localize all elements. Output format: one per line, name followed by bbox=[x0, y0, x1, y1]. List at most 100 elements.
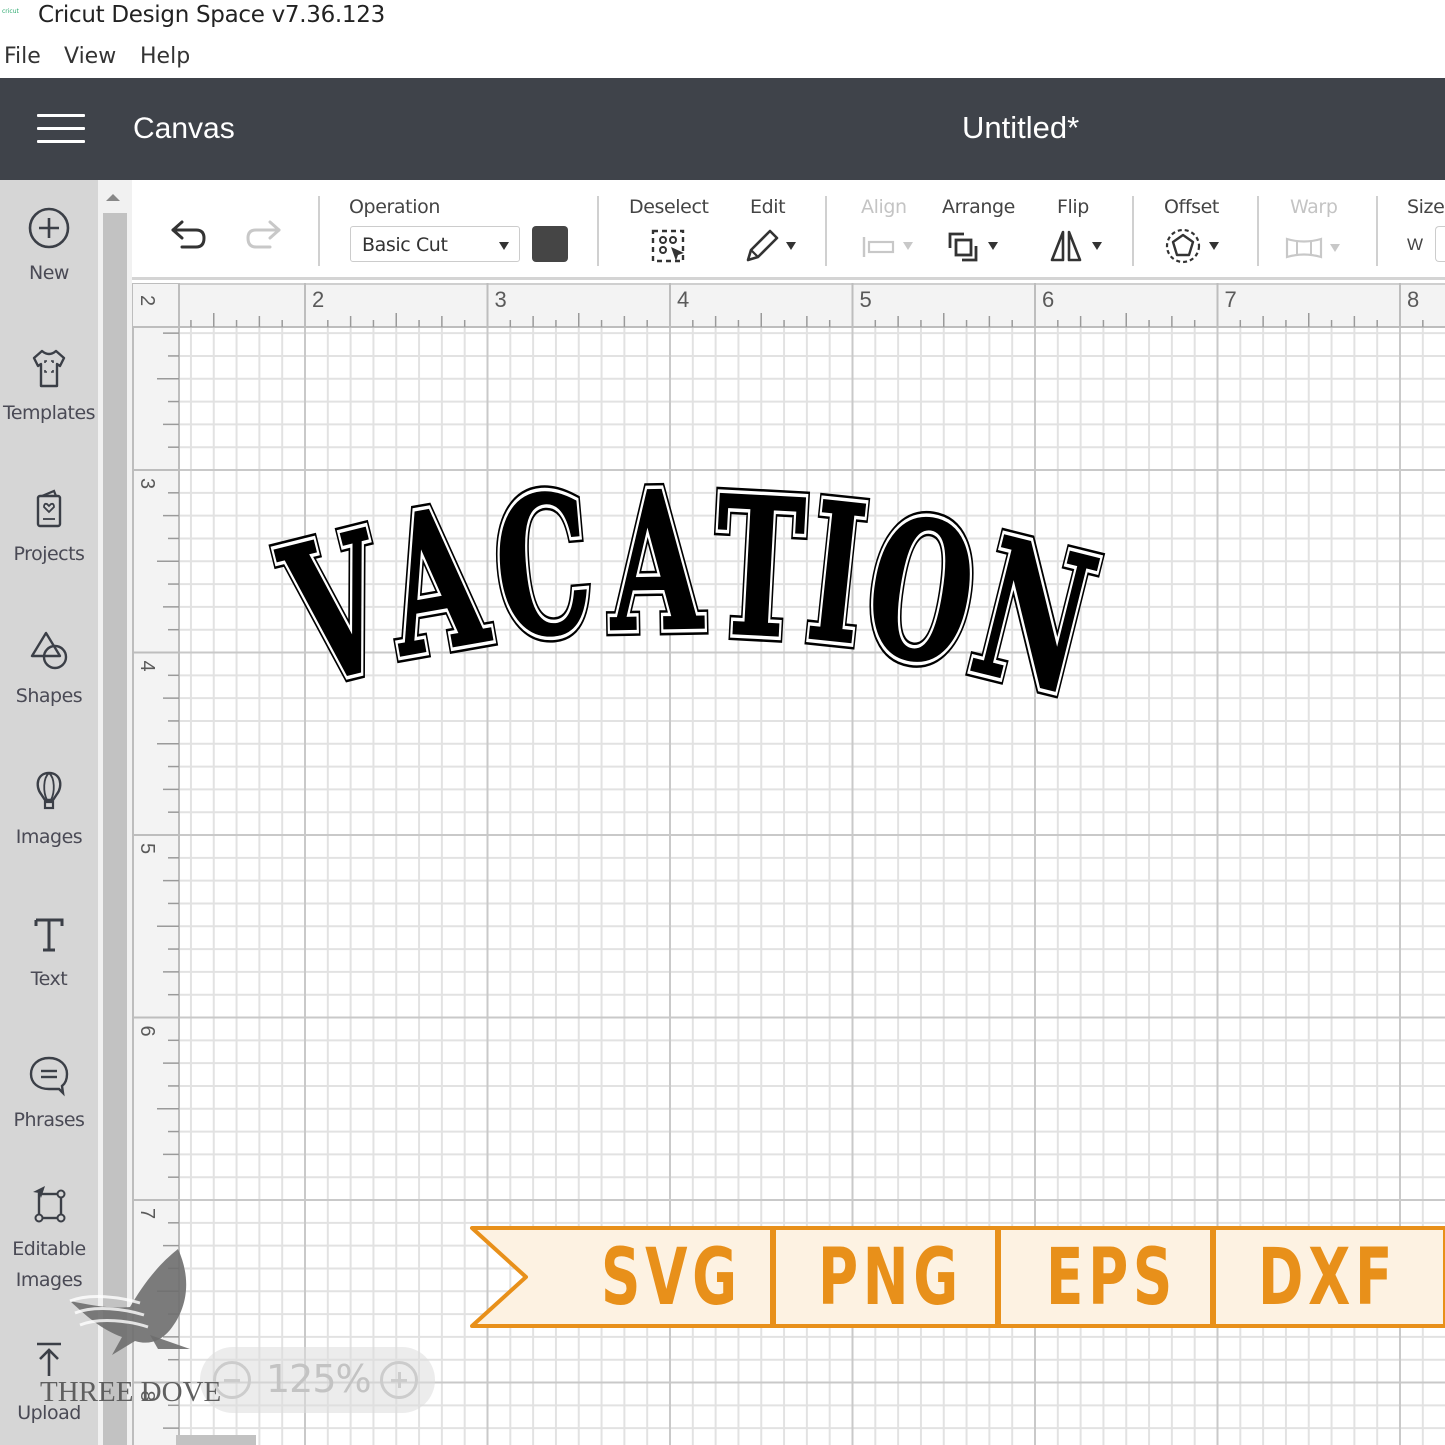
redo-icon[interactable] bbox=[244, 218, 284, 252]
operation-select[interactable]: Basic Cut bbox=[350, 226, 520, 262]
align-icon[interactable] bbox=[862, 235, 896, 259]
sidebar-label: Images bbox=[15, 826, 83, 848]
document-title[interactable]: Untitled* bbox=[962, 110, 1079, 146]
ruler-label-y: 8 bbox=[136, 1391, 158, 1402]
sidebar-label: New bbox=[29, 262, 69, 284]
scroll-up-arrow-icon[interactable] bbox=[106, 194, 120, 201]
plus-circle-icon bbox=[28, 207, 70, 249]
sidebar-label: Shapes bbox=[15, 685, 83, 707]
sidebar-item-new[interactable]: New bbox=[0, 206, 98, 289]
sidebar-item-shapes[interactable]: Shapes bbox=[0, 629, 98, 712]
deselect-icon[interactable] bbox=[650, 228, 688, 264]
operation-label: Operation bbox=[349, 196, 440, 218]
warp-icon[interactable] bbox=[1284, 235, 1324, 261]
ruler-label-y: 5 bbox=[136, 843, 158, 854]
hamburger-menu-icon[interactable] bbox=[37, 114, 87, 144]
section-title: Canvas bbox=[133, 112, 235, 145]
color-swatch[interactable] bbox=[532, 226, 568, 262]
sidebar-item-images[interactable]: Images bbox=[0, 770, 98, 853]
edit-toolbar: Operation Basic Cut Deselect Edit Align … bbox=[132, 180, 1445, 280]
sidebar-item-templates[interactable]: Templates bbox=[0, 346, 98, 429]
flip-label: Flip bbox=[1057, 196, 1089, 218]
zoom-level: 125% bbox=[266, 1357, 372, 1401]
arrange-label: Arrange bbox=[942, 196, 1015, 218]
ruler-label-y: 3 bbox=[136, 478, 158, 489]
zoom-in-icon[interactable] bbox=[380, 1361, 418, 1399]
ruler-label-x: 7 bbox=[1225, 287, 1237, 312]
vertical-scrollbar[interactable] bbox=[98, 180, 132, 1445]
edit-dropdown-caret-icon[interactable] bbox=[786, 242, 796, 250]
sidebar-item-projects[interactable]: Projects bbox=[0, 487, 98, 570]
ruler-corner-label: 2 bbox=[136, 295, 158, 306]
warp-dropdown-caret-icon[interactable] bbox=[1330, 244, 1340, 252]
sidebar-item-text[interactable]: Text bbox=[0, 912, 98, 995]
menu-bar: File View Help bbox=[0, 38, 1445, 76]
sidebar-label: Projects bbox=[13, 543, 85, 565]
app-title: Cricut Design Space v7.36.123 bbox=[38, 2, 385, 28]
design-letter[interactable]: C bbox=[486, 452, 600, 683]
menu-file[interactable]: File bbox=[4, 44, 41, 69]
left-sidebar: New Templates Projects Shapes Images Tex… bbox=[0, 180, 98, 1445]
horizontal-ruler bbox=[132, 283, 1445, 327]
cricut-logo-icon: cricut bbox=[2, 8, 19, 15]
window-title-bar: cricut Cricut Design Space v7.36.123 bbox=[0, 0, 1445, 34]
sidebar-item-upload[interactable]: Upload bbox=[0, 1340, 98, 1429]
horizontal-scrollbar-thumb[interactable] bbox=[176, 1435, 256, 1445]
align-dropdown-caret-icon[interactable] bbox=[903, 242, 913, 250]
arrange-icon[interactable] bbox=[946, 230, 980, 264]
vertical-ruler bbox=[132, 327, 179, 1445]
sidebar-label-line2: Images bbox=[15, 1269, 83, 1291]
app-header: Canvas Untitled* bbox=[0, 78, 1445, 180]
size-width-label: W bbox=[1407, 235, 1424, 254]
zoom-out-icon[interactable] bbox=[213, 1361, 251, 1399]
ruler-label-x: 3 bbox=[495, 287, 507, 312]
offset-dropdown-caret-icon[interactable] bbox=[1209, 242, 1219, 250]
pencil-icon[interactable] bbox=[742, 226, 782, 264]
arrange-dropdown-caret-icon[interactable] bbox=[988, 242, 998, 250]
undo-icon[interactable] bbox=[168, 218, 208, 252]
tshirt-icon bbox=[32, 349, 66, 388]
ruler-label-y: 6 bbox=[136, 1026, 158, 1037]
sidebar-label: Upload bbox=[17, 1402, 81, 1424]
shapes-icon bbox=[30, 631, 68, 670]
offset-label: Offset bbox=[1164, 196, 1219, 218]
chevron-down-icon bbox=[499, 242, 509, 250]
operation-value: Basic Cut bbox=[362, 234, 448, 256]
text-t-icon bbox=[34, 918, 64, 952]
ruler-label-x: 6 bbox=[1042, 287, 1054, 312]
format-dxf: DXF bbox=[1258, 1233, 1398, 1323]
file-format-banner: SVG PNG EPS DXF bbox=[468, 1224, 1445, 1330]
flip-icon[interactable] bbox=[1049, 228, 1083, 264]
ruler-label-x: 8 bbox=[1407, 287, 1419, 312]
scrollbar-thumb[interactable] bbox=[103, 213, 127, 1445]
sidebar-item-phrases[interactable]: Phrases bbox=[0, 1053, 98, 1136]
ruler-label-x: 5 bbox=[860, 287, 872, 312]
deselect-label: Deselect bbox=[629, 196, 709, 218]
size-label: Size bbox=[1407, 196, 1445, 218]
sidebar-label: Templates bbox=[2, 402, 96, 424]
size-width-input[interactable] bbox=[1435, 226, 1445, 262]
card-heart-icon bbox=[36, 489, 62, 528]
ruler-label-x: 4 bbox=[677, 287, 689, 312]
design-letter[interactable]: T bbox=[709, 455, 810, 683]
edit-image-icon bbox=[33, 1186, 66, 1223]
edit-label: Edit bbox=[750, 196, 786, 218]
ruler-label-x: 2 bbox=[312, 287, 324, 312]
menu-view[interactable]: View bbox=[64, 44, 116, 69]
menu-help[interactable]: Help bbox=[140, 44, 190, 69]
format-eps: EPS bbox=[1046, 1233, 1177, 1323]
ruler-label-y: 4 bbox=[136, 661, 158, 672]
balloon-icon bbox=[36, 771, 62, 810]
offset-icon[interactable] bbox=[1165, 228, 1201, 264]
format-svg: SVG bbox=[601, 1233, 742, 1323]
upload-icon bbox=[37, 1342, 61, 1376]
format-png: PNG bbox=[818, 1233, 963, 1323]
sidebar-item-editable-images[interactable]: Editable Images bbox=[0, 1182, 98, 1296]
ruler-label-y: 7 bbox=[136, 1208, 158, 1219]
zoom-control: 125% bbox=[200, 1347, 435, 1413]
align-label: Align bbox=[861, 196, 907, 218]
sidebar-label: Phrases bbox=[13, 1109, 85, 1131]
design-letter[interactable]: A bbox=[606, 450, 706, 676]
flip-dropdown-caret-icon[interactable] bbox=[1092, 242, 1102, 250]
sidebar-label: Text bbox=[30, 968, 68, 990]
